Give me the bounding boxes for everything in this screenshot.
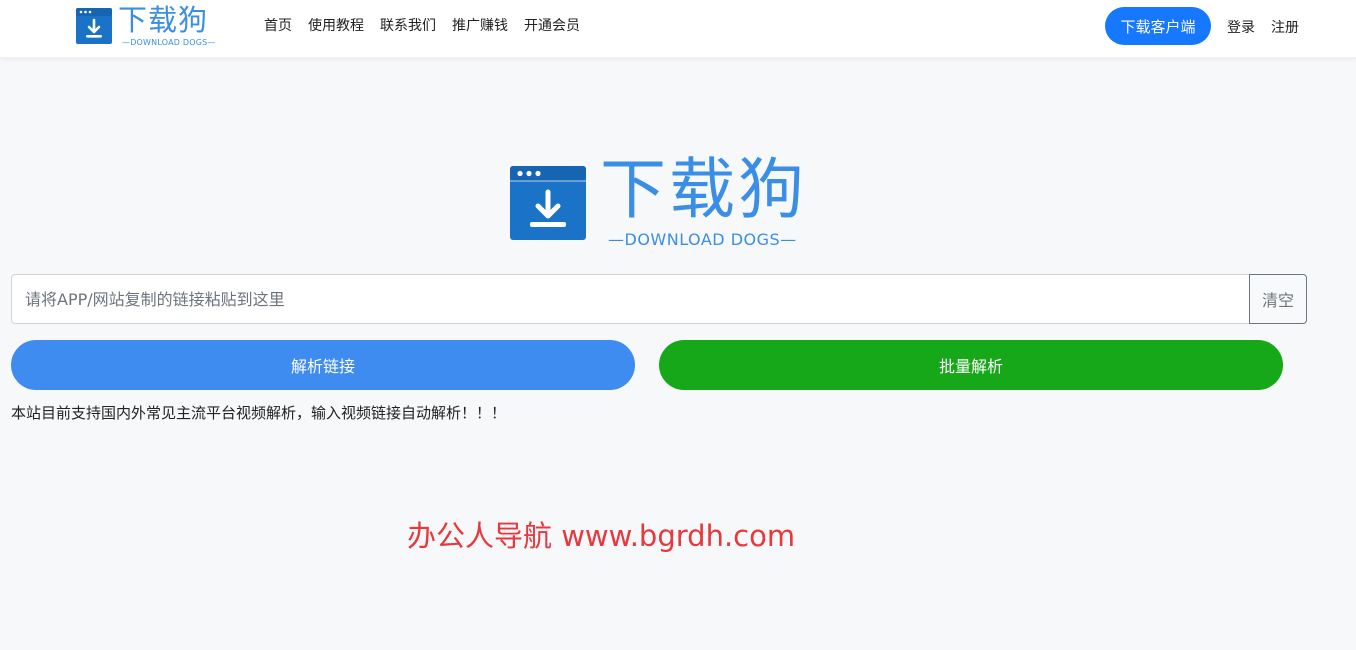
register-link[interactable]: 注册 xyxy=(1271,17,1299,37)
header-logo-subtitle: —DOWNLOAD DOGS— xyxy=(122,38,216,47)
header-logo-text: 下载狗 xyxy=(118,3,209,37)
nav-item-tutorial[interactable]: 使用教程 xyxy=(308,17,364,35)
hero-logo: 下载狗 —DOWNLOAD DOGS— xyxy=(510,152,820,255)
link-input-group: 清空 xyxy=(11,274,1307,324)
header-logo[interactable]: 下载狗 —DOWNLOAD DOGS— xyxy=(76,3,226,51)
link-input[interactable] xyxy=(11,274,1249,324)
nav-item-home[interactable]: 首页 xyxy=(264,17,292,35)
parse-link-button[interactable]: 解析链接 xyxy=(11,340,635,390)
clear-button[interactable]: 清空 xyxy=(1249,274,1307,324)
batch-parse-button[interactable]: 批量解析 xyxy=(659,340,1283,390)
download-client-button[interactable]: 下载客户端 xyxy=(1105,7,1211,45)
hero-logo-text: 下载狗 xyxy=(600,151,807,228)
download-window-icon xyxy=(76,8,112,48)
nav-item-promote[interactable]: 推广赚钱 xyxy=(452,17,508,35)
top-navbar: 下载狗 —DOWNLOAD DOGS— 首页 使用教程 联系我们 推广赚钱 开通… xyxy=(0,0,1356,58)
download-window-icon xyxy=(510,166,586,244)
nav-item-contact[interactable]: 联系我们 xyxy=(380,17,436,35)
support-notice: 本站目前支持国内外常见主流平台视频解析，输入视频链接自动解析！！！ xyxy=(11,404,507,422)
watermark-text: 办公人导航 www.bgrdh.com xyxy=(407,519,796,553)
login-link[interactable]: 登录 xyxy=(1227,17,1255,37)
main-nav: 首页 使用教程 联系我们 推广赚钱 开通会员 xyxy=(264,17,580,35)
nav-item-membership[interactable]: 开通会员 xyxy=(524,17,580,35)
hero-logo-subtitle: —DOWNLOAD DOGS— xyxy=(608,230,797,249)
